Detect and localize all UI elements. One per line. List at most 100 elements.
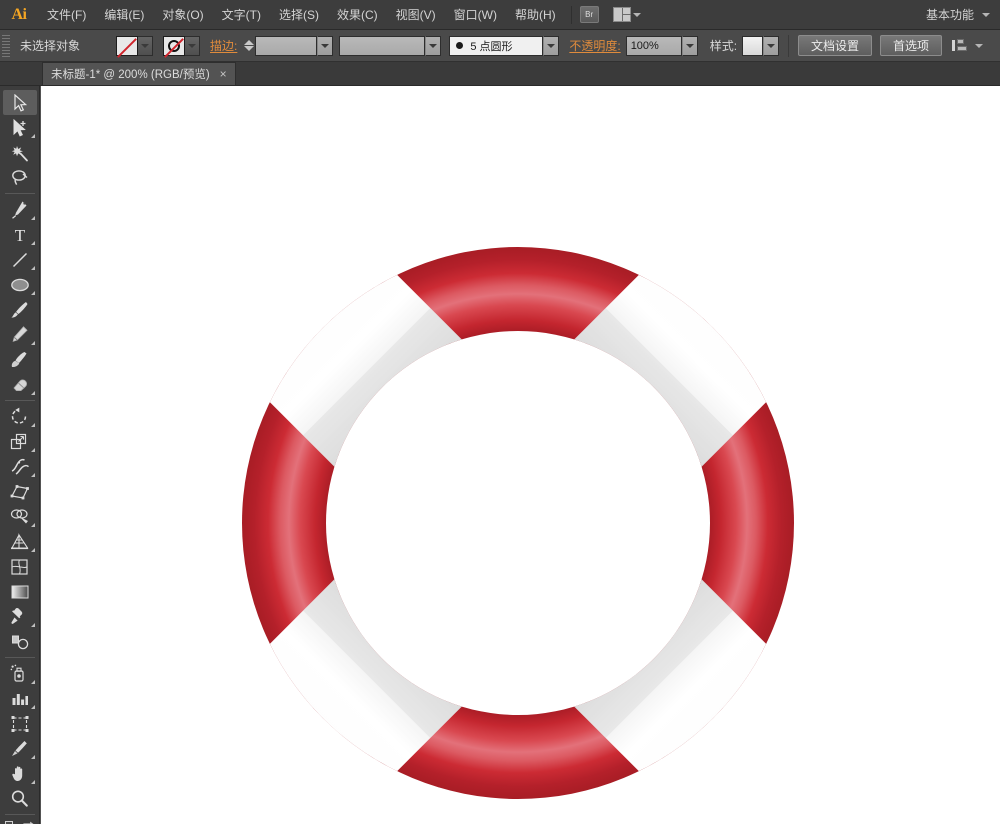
menu-bar: Ai 文件(F) 编辑(E) 对象(O) 文字(T) 选择(S) 效果(C) 视… — [0, 0, 1000, 30]
tool-flyout-indicator — [31, 680, 35, 684]
control-bar: 未选择对象 描边: — [0, 30, 1000, 62]
pen-tool[interactable] — [3, 197, 37, 222]
fill-dropdown-button[interactable] — [138, 36, 153, 56]
pencil-tool[interactable] — [3, 322, 37, 347]
slice-tool[interactable] — [3, 736, 37, 761]
chevron-down-icon[interactable] — [975, 44, 983, 48]
document-setup-button[interactable]: 文档设置 — [798, 35, 872, 56]
document-tab-title: 未标题-1* @ 200% (RGB/预览) — [51, 66, 210, 82]
menu-view[interactable]: 视图(V) — [387, 0, 445, 30]
brush-dot-icon — [456, 42, 463, 49]
menu-window[interactable]: 窗口(W) — [445, 0, 506, 30]
rotate-tool[interactable] — [3, 404, 37, 429]
chevron-down-icon — [547, 44, 555, 48]
stroke-swatch-group[interactable] — [163, 36, 200, 56]
document-tab[interactable]: 未标题-1* @ 200% (RGB/预览) × — [42, 62, 236, 85]
blend-tool[interactable] — [3, 629, 37, 654]
menu-type[interactable]: 文字(T) — [213, 0, 270, 30]
menu-divider — [571, 6, 572, 24]
stroke-weight-input[interactable] — [255, 36, 317, 56]
opacity-label[interactable]: 不透明度: — [569, 37, 620, 54]
shape-builder-tool[interactable] — [3, 504, 37, 529]
chevron-down-icon — [429, 44, 437, 48]
gradient-tool[interactable] — [3, 579, 37, 604]
stroke-weight-dropdown[interactable] — [317, 36, 333, 56]
chevron-down-icon — [321, 44, 329, 48]
graphic-style-dropdown[interactable] — [763, 36, 779, 56]
close-icon[interactable]: × — [220, 67, 227, 81]
column-graph-tool[interactable] — [3, 686, 37, 711]
artboard-tool[interactable] — [3, 711, 37, 736]
stroke-profile-dropdown[interactable] — [425, 36, 441, 56]
stroke-weight-label[interactable]: 描边: — [210, 37, 237, 54]
chevron-down-icon — [188, 44, 196, 48]
chevron-down-icon — [686, 44, 694, 48]
layout-grid-icon — [613, 7, 631, 22]
selection-status-label: 未选择对象 — [20, 37, 106, 54]
tool-flyout-indicator — [31, 341, 35, 345]
line-segment-tool[interactable] — [3, 247, 37, 272]
paintbrush-tool[interactable] — [3, 297, 37, 322]
eraser-tool[interactable] — [3, 372, 37, 397]
menu-help[interactable]: 帮助(H) — [506, 0, 565, 30]
opacity-input[interactable]: 100% — [626, 36, 682, 56]
tool-flyout-indicator — [31, 391, 35, 395]
magic-wand-tool[interactable] — [3, 140, 37, 165]
tool-flyout-indicator — [31, 523, 35, 527]
menu-object[interactable]: 对象(O) — [153, 0, 212, 30]
style-label: 样式: — [710, 37, 737, 54]
document-tab-bar: 未标题-1* @ 200% (RGB/预览) × — [0, 62, 1000, 86]
tool-flyout-indicator — [31, 216, 35, 220]
stepper-up-icon[interactable] — [244, 40, 254, 45]
menu-edit[interactable]: 编辑(E) — [95, 0, 153, 30]
stroke-swatch[interactable] — [163, 36, 185, 56]
zoom-tool[interactable] — [3, 786, 37, 811]
direct-selection-tool[interactable] — [3, 115, 37, 140]
app-logo-icon: Ai — [0, 0, 38, 30]
perspective-grid-tool[interactable] — [3, 529, 37, 554]
stroke-dropdown-button[interactable] — [185, 36, 200, 56]
symbol-sprayer-tool[interactable] — [3, 661, 37, 686]
width-tool[interactable] — [3, 454, 37, 479]
tool-divider — [5, 814, 35, 815]
menu-select[interactable]: 选择(S) — [270, 0, 328, 30]
fill-swatch[interactable] — [116, 36, 138, 56]
eyedropper-tool[interactable] — [3, 604, 37, 629]
svg-text:T: T — [14, 226, 25, 244]
brush-definition-dropdown[interactable] — [543, 36, 559, 56]
blob-brush-tool[interactable] — [3, 347, 37, 372]
tool-divider — [5, 193, 35, 194]
align-bar — [952, 40, 955, 51]
hand-tool[interactable] — [3, 761, 37, 786]
stroke-weight-stepper[interactable] — [242, 36, 255, 56]
control-bar-grip[interactable] — [2, 35, 10, 57]
stroke-profile-input[interactable] — [339, 36, 425, 56]
graphic-style-swatch[interactable] — [742, 36, 763, 56]
chevron-down-icon — [767, 44, 775, 48]
fill-swatch-group[interactable] — [116, 36, 153, 56]
tool-flyout-indicator — [31, 291, 35, 295]
align-objects-icon[interactable] — [952, 38, 970, 53]
type-tool[interactable]: T — [3, 222, 37, 247]
preferences-button[interactable]: 首选项 — [880, 35, 942, 56]
bridge-icon[interactable]: Br — [580, 6, 599, 23]
stepper-down-icon[interactable] — [244, 46, 254, 51]
opacity-dropdown[interactable] — [682, 36, 698, 56]
menu-effect[interactable]: 效果(C) — [328, 0, 387, 30]
ellipse-tool[interactable] — [3, 272, 37, 297]
selection-tool[interactable] — [3, 90, 37, 115]
brush-definition-field[interactable]: 5 点圆形 — [449, 36, 543, 56]
tool-flyout-indicator — [31, 755, 35, 759]
free-transform-tool[interactable] — [3, 479, 37, 504]
workspace-switcher[interactable]: 基本功能 — [926, 6, 1000, 23]
menu-file[interactable]: 文件(F) — [38, 0, 95, 30]
lasso-tool[interactable] — [3, 165, 37, 190]
tool-flyout-indicator — [31, 473, 35, 477]
artboard-canvas[interactable] — [41, 86, 1000, 824]
life-ring-illustration[interactable] — [242, 247, 794, 799]
tool-divider — [5, 400, 35, 401]
arrange-documents-button[interactable] — [613, 7, 641, 22]
scale-tool[interactable] — [3, 429, 37, 454]
tool-flyout-indicator — [31, 623, 35, 627]
mesh-tool[interactable] — [3, 554, 37, 579]
